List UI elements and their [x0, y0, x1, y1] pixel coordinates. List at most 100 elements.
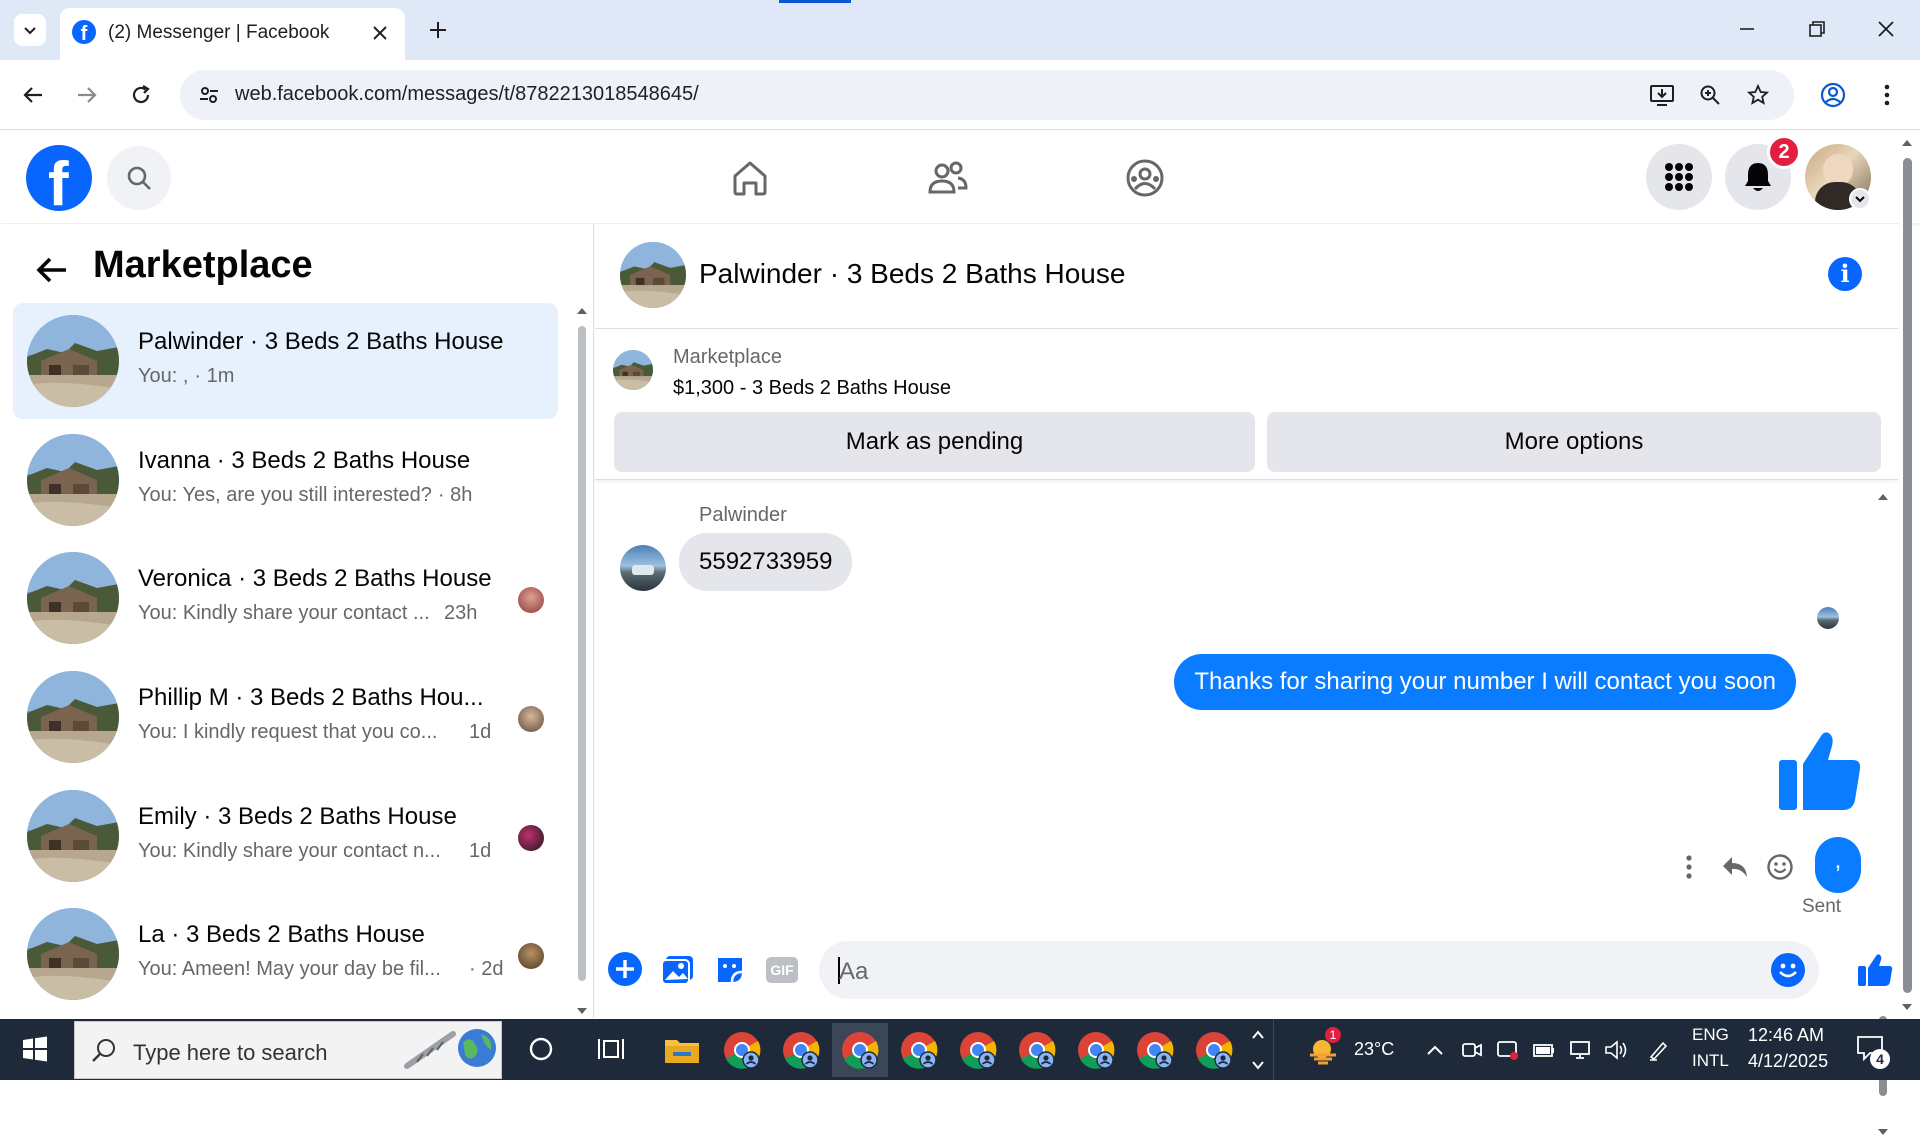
site-info-icon[interactable]: [194, 80, 224, 110]
chrome-window-icon[interactable]: [1186, 1023, 1242, 1077]
message-input[interactable]: Aa: [819, 941, 1819, 999]
forward-icon[interactable]: [72, 80, 102, 110]
like-thumb-icon[interactable]: [1777, 730, 1863, 812]
taskbar-overflow-chevrons[interactable]: [1248, 1025, 1268, 1075]
react-emoji-icon[interactable]: [1765, 852, 1795, 882]
listing-title[interactable]: $1,300 - 3 Beds 2 Baths House: [673, 377, 951, 400]
home-icon[interactable]: [728, 156, 772, 200]
search-icon[interactable]: [107, 146, 171, 210]
chrome-window-icon[interactable]: [891, 1023, 947, 1077]
chrome-window-icon[interactable]: [1009, 1023, 1065, 1077]
browser-tab-strip: f (2) Messenger | Facebook: [0, 0, 1920, 60]
clock-time[interactable]: 12:46 AM: [1748, 1025, 1824, 1046]
emoji-icon[interactable]: [1771, 953, 1805, 987]
close-window-icon[interactable]: [1871, 14, 1901, 44]
listing-thumbnail[interactable]: [613, 350, 653, 390]
url-bar[interactable]: web.facebook.com/messages/t/878221301854…: [180, 70, 1794, 120]
pen-icon[interactable]: [1643, 1035, 1673, 1065]
sender-avatar[interactable]: [620, 545, 666, 591]
volume-icon[interactable]: [1601, 1035, 1631, 1065]
chrome-window-icon[interactable]: [714, 1023, 770, 1077]
chrome-window-icon[interactable]: [950, 1023, 1006, 1077]
conversation-list-scrollbar[interactable]: [576, 306, 588, 1018]
seen-avatar: [518, 706, 544, 732]
task-view-icon[interactable]: [596, 1034, 626, 1064]
conversation-list-panel: Marketplace Palwinder · 3 Beds 2 Baths H…: [0, 224, 594, 1018]
chrome-window-icon[interactable]: [1127, 1023, 1183, 1077]
browser-tab-messenger[interactable]: f (2) Messenger | Facebook: [60, 8, 405, 60]
listing-thumbnail: [27, 315, 119, 407]
chat-avatar[interactable]: [620, 242, 686, 308]
taskbar-separator: [1273, 1019, 1274, 1080]
file-explorer-icon[interactable]: [654, 1023, 710, 1077]
seen-indicator-avatar: [1817, 607, 1839, 629]
listing-thumbnail: [27, 434, 119, 526]
friends-icon[interactable]: [926, 156, 970, 200]
zoom-icon[interactable]: [1695, 80, 1725, 110]
chrome-window-icon[interactable]: [1068, 1023, 1124, 1077]
incoming-message[interactable]: 5592733959: [679, 533, 853, 591]
conversation-item[interactable]: Emily · 3 Beds 2 Baths House You: Kindly…: [13, 778, 558, 894]
input-language-bottom[interactable]: INTL: [1692, 1051, 1729, 1071]
conversation-preview: You: , · 1m: [138, 365, 235, 387]
weather-temperature[interactable]: 23°C: [1354, 1039, 1394, 1060]
tray-chevron-up-icon[interactable]: [1420, 1035, 1450, 1065]
seen-avatar: [518, 825, 544, 851]
facebook-logo[interactable]: f: [26, 145, 92, 211]
conversation-preview: You: Yes, are you still interested? · 8h: [138, 484, 473, 506]
bookmark-star-icon[interactable]: [1743, 80, 1773, 110]
more-options-button[interactable]: More options: [1267, 412, 1881, 472]
taskbar-search-box[interactable]: Type here to search: [74, 1021, 502, 1079]
photo-icon[interactable]: [661, 954, 695, 986]
input-language-top[interactable]: ENG: [1692, 1025, 1729, 1045]
gif-icon[interactable]: GIF: [766, 957, 798, 983]
battery-icon[interactable]: [1529, 1035, 1559, 1065]
add-attachment-icon[interactable]: [608, 952, 642, 986]
outgoing-message[interactable]: Thanks for sharing your number I will co…: [1174, 654, 1796, 710]
chat-title[interactable]: Palwinder · 3 Beds 2 Baths House: [699, 258, 1125, 290]
search-highlight-illustration: [403, 1026, 499, 1074]
browser-menu-icon[interactable]: [1872, 80, 1902, 110]
taskbar-search-placeholder: Type here to search: [133, 1040, 328, 1065]
conversation-item[interactable]: Ivanna · 3 Beds 2 Baths House You: Yes, …: [13, 422, 558, 538]
menu-grid-icon[interactable]: [1646, 144, 1712, 210]
chrome-window-icon-active[interactable]: [832, 1023, 888, 1077]
windows-start-icon[interactable]: [20, 1034, 50, 1064]
listing-thumbnail: [27, 790, 119, 882]
screen-record-icon[interactable]: [1493, 1035, 1523, 1065]
listing-thumbnail: [27, 908, 119, 1000]
chrome-window-icon[interactable]: [773, 1023, 829, 1077]
message-more-icon[interactable]: [1674, 852, 1704, 882]
conversation-item[interactable]: La · 3 Beds 2 Baths House You: Ameen! Ma…: [13, 896, 558, 1012]
meet-now-icon[interactable]: [1457, 1035, 1487, 1065]
back-arrow-icon[interactable]: [34, 252, 70, 288]
restore-icon[interactable]: [1802, 14, 1832, 44]
cortana-icon[interactable]: [526, 1034, 556, 1064]
clock-date[interactable]: 4/12/2025: [1748, 1051, 1828, 1072]
conversation-item[interactable]: Veronica · 3 Beds 2 Baths House You: Kin…: [13, 540, 558, 656]
mark-as-pending-button[interactable]: Mark as pending: [614, 412, 1255, 472]
page-scrollbar[interactable]: [1900, 136, 1912, 1016]
info-icon[interactable]: i: [1828, 257, 1862, 291]
chat-header: Palwinder · 3 Beds 2 Baths House i: [595, 224, 1898, 329]
message-status: Sent: [1802, 896, 1842, 917]
reply-icon[interactable]: [1720, 852, 1750, 882]
conversation-item[interactable]: Palwinder · 3 Beds 2 Baths House You: , ·…: [13, 303, 558, 419]
browser-toolbar: web.facebook.com/messages/t/878221301854…: [0, 60, 1920, 130]
sticker-icon[interactable]: [713, 954, 747, 986]
account-chevron-icon[interactable]: [1849, 188, 1871, 210]
profile-icon[interactable]: [1818, 80, 1848, 110]
back-icon[interactable]: [18, 80, 48, 110]
tab-search-chevron-icon[interactable]: [14, 14, 46, 46]
groups-icon[interactable]: [1123, 156, 1167, 200]
new-tab-icon[interactable]: [423, 15, 453, 45]
send-like-icon[interactable]: [1857, 952, 1893, 988]
conversation-item[interactable]: Phillip M · 3 Beds 2 Baths Hou... You: I…: [13, 659, 558, 775]
network-icon[interactable]: [1565, 1035, 1595, 1065]
minimize-icon[interactable]: [1732, 14, 1762, 44]
last-outgoing-message[interactable]: ,: [1815, 837, 1861, 893]
reload-icon[interactable]: [126, 80, 156, 110]
tab-close-icon[interactable]: [365, 18, 395, 48]
install-app-icon[interactable]: [1647, 80, 1677, 110]
conversation-name: Phillip M · 3 Beds 2 Baths Hou...: [138, 684, 484, 711]
